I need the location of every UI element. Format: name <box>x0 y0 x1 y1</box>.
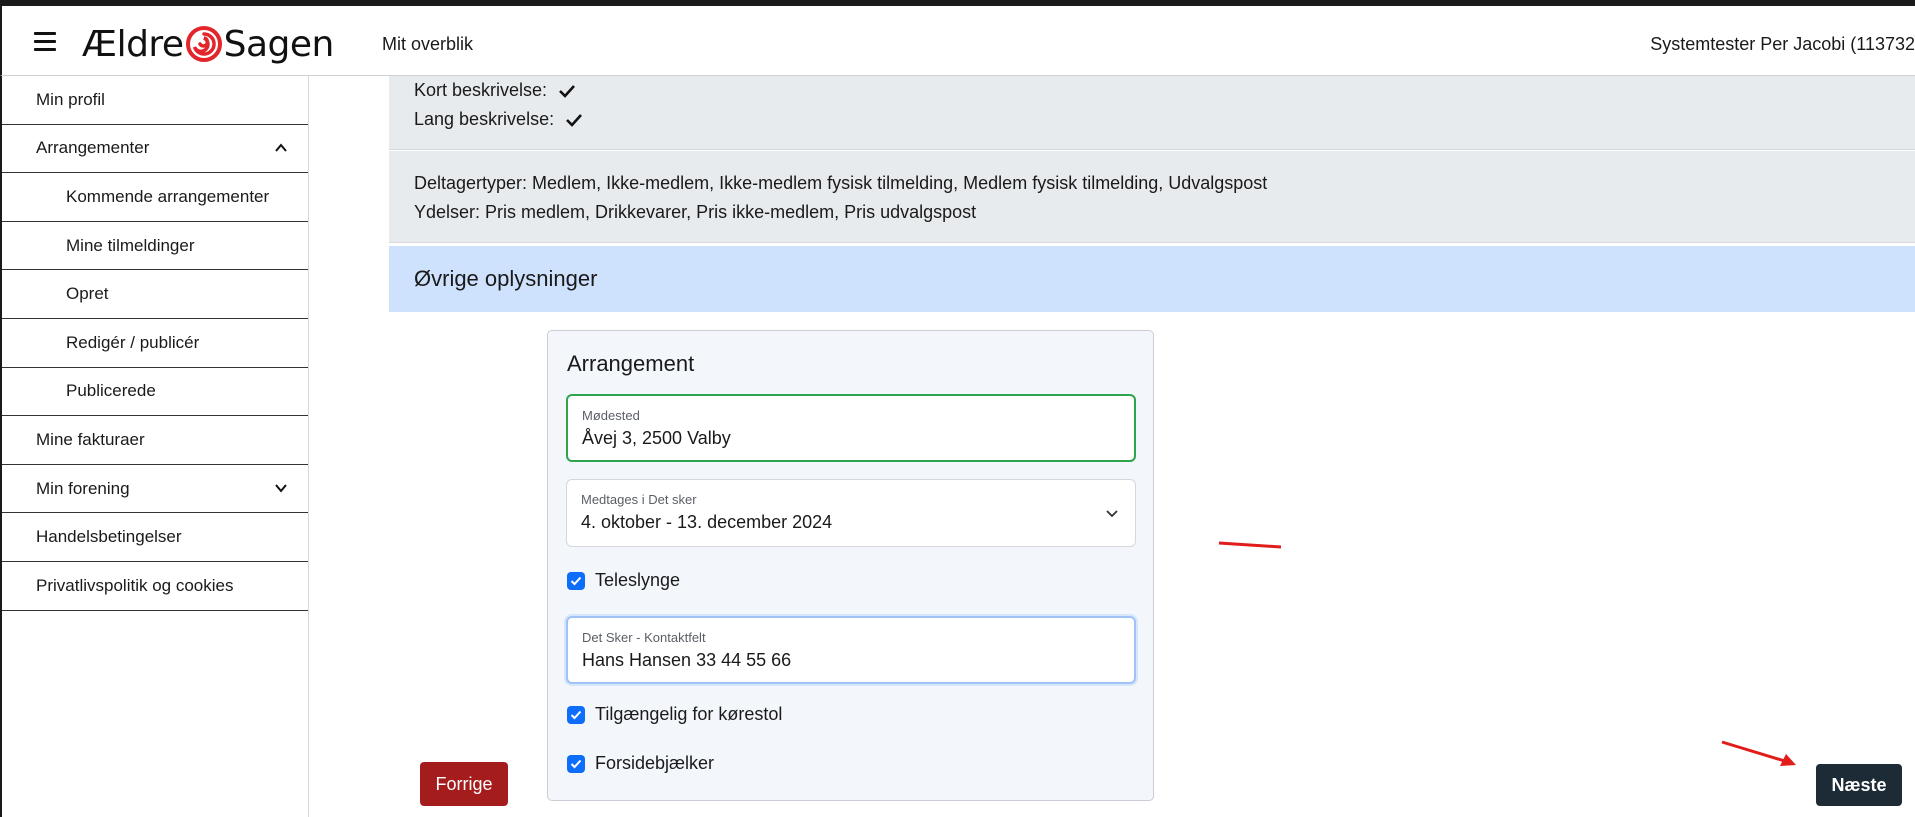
sidebar-item-label: Min forening <box>36 478 130 498</box>
sidebar-item-min-profil[interactable]: Min profil <box>2 76 308 125</box>
sidebar-item-arrangementer[interactable]: Arrangementer <box>2 125 308 174</box>
aeldre-sagen-logo[interactable]: Ældre Sagen <box>82 23 335 65</box>
sidebar-item-label: Handelsbetingelser <box>36 527 182 547</box>
modested-label: Mødested <box>582 408 640 423</box>
sidebar-item-label: Arrangementer <box>36 138 150 158</box>
content-gutter <box>309 76 389 817</box>
korestol-checkbox[interactable]: Tilgængelig for kørestol <box>567 704 782 725</box>
hamburger-menu-icon[interactable] <box>34 32 56 51</box>
sidebar-item-rediger-publicer[interactable]: Redigér / publicér <box>2 319 308 368</box>
ydelser-text: Ydelser: Pris medlem, Drikkevarer, Pris … <box>414 202 977 222</box>
chevron-down-icon <box>275 484 287 493</box>
forsidebjaelker-label: Forsidebjælker <box>595 753 715 773</box>
teleslynge-checkbox[interactable]: Teleslynge <box>567 570 680 591</box>
modested-value: Åvej 3, 2500 Valby <box>582 428 731 448</box>
chevron-down-icon <box>1106 510 1118 518</box>
annotation-arrow-icon <box>1721 740 1796 766</box>
deltagertyper-text: Deltagertyper: Medlem, Ikke-medlem, Ikke… <box>414 173 1268 193</box>
sidebar-item-label: Redigér / publicér <box>66 332 200 352</box>
naeste-button[interactable]: Næste <box>1816 764 1902 806</box>
sidebar-item-label: Privatlivspolitik og cookies <box>36 575 234 595</box>
logo-text-left: Ældre <box>82 23 184 65</box>
content-panel: Kort beskrivelse: Lang beskrivelse: Delt… <box>389 76 1915 817</box>
section-title: Øvrige oplysninger <box>414 266 598 291</box>
sidebar-item-min-forening[interactable]: Min forening <box>2 465 308 514</box>
sidebar-item-label: Min profil <box>36 89 105 109</box>
sidebar-item-mine-tilmeldinger[interactable]: Mine tilmeldinger <box>2 222 308 271</box>
chevron-up-icon <box>275 143 287 152</box>
forrige-button[interactable]: Forrige <box>420 762 508 806</box>
medtages-value: 4. oktober - 13. december 2024 <box>581 512 833 532</box>
kort-beskrivelse-label: Kort beskrivelse: <box>414 80 548 100</box>
sidebar-item-label: Mine tilmeldinger <box>66 235 195 255</box>
sidebar-item-kommende-arrangementer[interactable]: Kommende arrangementer <box>2 173 308 222</box>
logo-swirl-icon <box>185 26 222 62</box>
arrangement-card: Arrangement Mødested Åvej 3, 2500 Valby … <box>547 330 1154 801</box>
sidebar-item-publicerede[interactable]: Publicerede <box>2 368 308 417</box>
sidebar-item-label: Publicerede <box>66 381 156 401</box>
lang-beskrivelse-label: Lang beskrivelse: <box>414 109 555 129</box>
sidebar-item-label: Mine fakturaer <box>36 429 145 449</box>
description-summary: Kort beskrivelse: Lang beskrivelse: <box>389 76 1915 150</box>
user-name[interactable]: Systemtester Per Jacobi (113732 <box>1650 34 1915 55</box>
annotation-line <box>1218 541 1282 549</box>
checkmark-icon <box>566 114 583 128</box>
sidebar-item-label: Opret <box>66 284 109 304</box>
checkbox-checked-icon <box>567 571 585 590</box>
sidebar-item-privatlivspolitik[interactable]: Privatlivspolitik og cookies <box>2 562 308 611</box>
checkmark-icon <box>559 85 576 99</box>
medtages-label: Medtages i Det sker <box>581 492 697 507</box>
logo-text-right: Sagen <box>223 23 335 65</box>
main-area: Kort beskrivelse: Lang beskrivelse: Delt… <box>309 76 1915 817</box>
sidebar-item-opret[interactable]: Opret <box>2 270 308 319</box>
korestol-label: Tilgængelig for kørestol <box>595 704 783 724</box>
card-title: Arrangement <box>567 351 695 376</box>
sidebar-item-mine-fakturaer[interactable]: Mine fakturaer <box>2 416 308 465</box>
sidebar-item-label: Kommende arrangementer <box>66 186 270 206</box>
kontaktfelt-value: Hans Hansen 33 44 55 66 <box>582 650 792 670</box>
teleslynge-label: Teleslynge <box>595 570 681 590</box>
kontaktfelt-field[interactable]: Det Sker - Kontaktfelt Hans Hansen 33 44… <box>566 616 1136 684</box>
kort-beskrivelse-row: Kort beskrivelse: <box>414 80 576 101</box>
top-header: Ældre Sagen Mit overblik Systemtester Pe… <box>0 6 1915 76</box>
lang-beskrivelse-row: Lang beskrivelse: <box>414 109 583 130</box>
participants-summary: Deltagertyper: Medlem, Ikke-medlem, Ikke… <box>389 151 1915 243</box>
sidebar-item-handelsbetingelser[interactable]: Handelsbetingelser <box>2 513 308 562</box>
kontaktfelt-label: Det Sker - Kontaktfelt <box>582 630 706 645</box>
checkbox-checked-icon <box>567 705 585 724</box>
section-header-ovrige: Øvrige oplysninger <box>389 246 1915 312</box>
sidebar: Min profil Arrangementer Kommende arrang… <box>0 76 309 817</box>
modested-field[interactable]: Mødested Åvej 3, 2500 Valby <box>566 394 1136 462</box>
medtages-select[interactable]: Medtages i Det sker 4. oktober - 13. dec… <box>566 479 1136 547</box>
checkbox-checked-icon <box>567 754 585 773</box>
forsidebjaelker-checkbox[interactable]: Forsidebjælker <box>567 753 714 774</box>
nav-title-link[interactable]: Mit overblik <box>382 34 473 55</box>
